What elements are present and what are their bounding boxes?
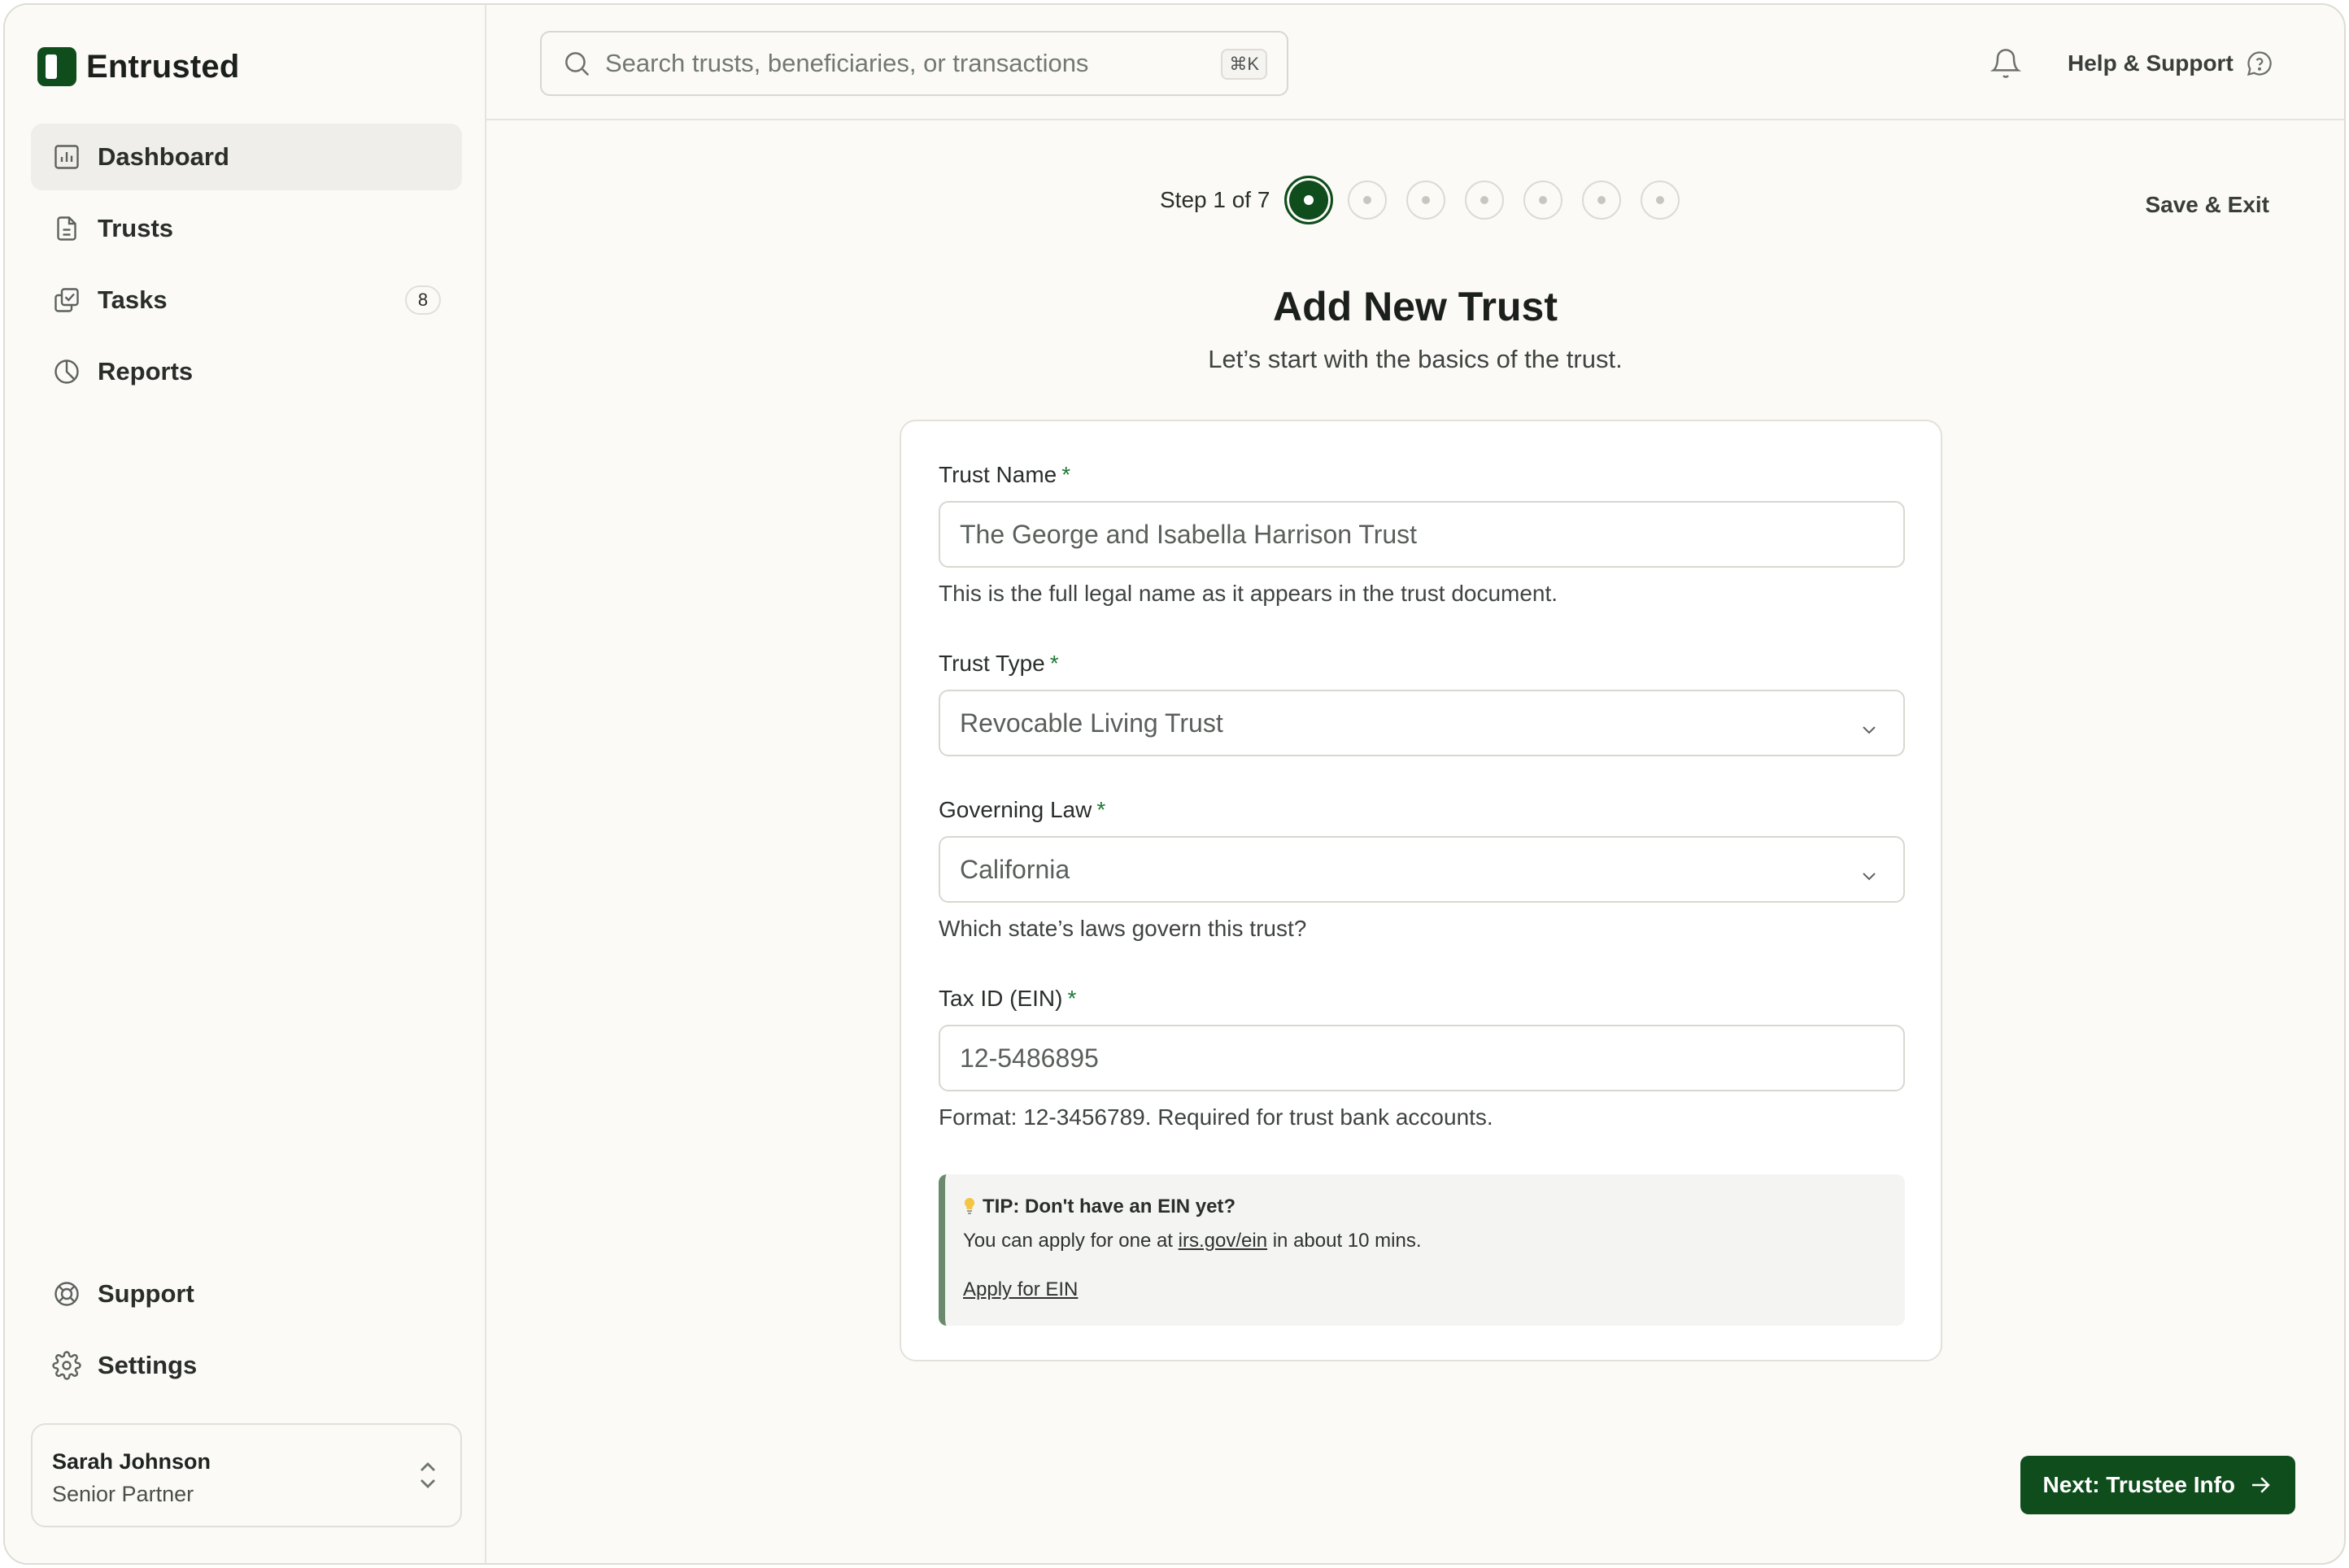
- step-dot-6[interactable]: [1582, 181, 1622, 220]
- app-window: Entrusted Dashboard Trusts Tasks 8 Repor…: [3, 3, 2346, 1565]
- gear-icon: [52, 1351, 81, 1380]
- required-mark: *: [1049, 651, 1059, 676]
- governing-law-label-text: Governing Law: [939, 797, 1092, 822]
- tip-body-suffix: in about 10 mins.: [1267, 1230, 1422, 1252]
- sidebar-item-reports[interactable]: Reports: [31, 338, 462, 405]
- sidebar-item-dashboard[interactable]: Dashboard: [31, 124, 462, 190]
- irs-ein-link[interactable]: irs.gov/ein: [1179, 1230, 1267, 1252]
- search-box[interactable]: ⌘K: [540, 31, 1288, 96]
- next-trustee-info-button[interactable]: Next: Trustee Info: [2020, 1456, 2295, 1514]
- step-dot-3[interactable]: [1406, 181, 1446, 220]
- chevron-down-icon: [1859, 862, 1879, 882]
- notifications-bell-icon[interactable]: [1989, 47, 2022, 80]
- apply-for-ein-link[interactable]: Apply for EIN: [963, 1278, 1078, 1301]
- trust-name-hint: This is the full legal name as it appear…: [939, 581, 1558, 606]
- secondary-nav: Support Settings: [31, 1261, 462, 1404]
- sidebar-item-settings[interactable]: Settings: [31, 1332, 462, 1399]
- trust-name-field[interactable]: [939, 501, 1905, 568]
- step-dot-4[interactable]: [1465, 181, 1505, 220]
- tax-id-hint: Format: 12-3456789. Required for trust b…: [939, 1104, 1493, 1130]
- tip-title: TIP: Don't have an EIN yet?: [963, 1196, 1236, 1218]
- chevron-up-down-icon: [418, 1461, 438, 1490]
- logo-icon: [37, 47, 76, 86]
- tax-id-label-text: Tax ID (EIN): [939, 986, 1063, 1011]
- search-shortcut-hint: ⌘K: [1221, 49, 1267, 80]
- bar-chart-icon: [52, 142, 81, 172]
- page-title: Add New Trust: [1272, 284, 1558, 329]
- sidebar-item-label: Support: [98, 1279, 194, 1308]
- trust-name-input[interactable]: [960, 519, 1854, 550]
- step-dot-1[interactable]: [1284, 176, 1334, 224]
- sidebar-item-label: Dashboard: [98, 142, 229, 171]
- required-mark: *: [1096, 797, 1106, 822]
- next-button-label: Next: Trustee Info: [2042, 1472, 2235, 1497]
- tax-id-label: Tax ID (EIN) *: [939, 986, 1076, 1012]
- help-support-label: Help & Support: [2068, 50, 2234, 76]
- step-dot-2[interactable]: [1348, 181, 1388, 220]
- governing-law-value: California: [960, 854, 1070, 884]
- main-content: Step 1 of 7 Save & Exit Add New Trust Le…: [486, 120, 2344, 1563]
- search-icon: [561, 48, 592, 79]
- sidebar-item-label: Reports: [98, 357, 194, 385]
- main-nav: Dashboard Trusts Tasks 8 Reports: [31, 124, 462, 410]
- trust-name-label-text: Trust Name: [939, 462, 1057, 487]
- lifebuoy-icon: [52, 1279, 81, 1309]
- trust-type-select[interactable]: Revocable Living Trust: [939, 690, 1905, 756]
- governing-law-hint: Which state’s laws govern this trust?: [939, 916, 1307, 941]
- required-mark: *: [1067, 986, 1077, 1011]
- step-dot-5[interactable]: [1523, 181, 1563, 220]
- save-exit-button[interactable]: Save & Exit: [2145, 192, 2269, 218]
- sidebar-item-trusts[interactable]: Trusts: [31, 195, 462, 262]
- tax-id-field[interactable]: [939, 1025, 1905, 1091]
- tip-body-prefix: You can apply for one at: [963, 1230, 1179, 1252]
- document-icon: [52, 214, 81, 243]
- brand-name: Entrusted: [86, 48, 240, 85]
- trust-type-value: Revocable Living Trust: [960, 708, 1223, 738]
- lightbulb-icon: [963, 1197, 976, 1215]
- help-support-button[interactable]: Help & Support: [2068, 49, 2274, 78]
- arrow-right-icon: [2248, 1473, 2273, 1497]
- sidebar-item-tasks[interactable]: Tasks 8: [31, 267, 462, 333]
- sidebar: Entrusted Dashboard Trusts Tasks 8 Repor…: [5, 5, 486, 1563]
- top-bar: ⌘K Help & Support: [486, 5, 2344, 120]
- sidebar-item-label: Settings: [98, 1351, 198, 1379]
- brand[interactable]: Entrusted: [37, 47, 239, 86]
- user-role: Senior Partner: [52, 1482, 194, 1506]
- pie-chart-icon: [52, 357, 81, 386]
- tax-id-input[interactable]: [960, 1043, 1854, 1074]
- user-account-switcher[interactable]: Sarah Johnson Senior Partner: [31, 1423, 462, 1527]
- required-mark: *: [1061, 462, 1071, 487]
- sidebar-item-support[interactable]: Support: [31, 1261, 462, 1327]
- trust-type-label: Trust Type *: [939, 651, 1059, 677]
- governing-law-select[interactable]: California: [939, 836, 1905, 903]
- search-input[interactable]: [605, 49, 1174, 78]
- tip-title-text: TIP: Don't have an EIN yet?: [983, 1196, 1236, 1217]
- step-label: Step 1 of 7: [1160, 187, 1270, 212]
- governing-law-label: Governing Law *: [939, 797, 1105, 823]
- page-subtitle: Let’s start with the basics of the trust…: [1208, 345, 1623, 373]
- user-name: Sarah Johnson: [52, 1449, 211, 1474]
- trust-type-label-text: Trust Type: [939, 651, 1045, 676]
- sidebar-item-label: Tasks: [98, 285, 168, 314]
- step-progress: Step 1 of 7: [1160, 176, 1699, 224]
- tip-body: You can apply for one at irs.gov/ein in …: [963, 1230, 1422, 1252]
- tasks-icon: [52, 285, 81, 315]
- help-chat-icon: [2245, 49, 2274, 78]
- sidebar-item-label: Trusts: [98, 214, 174, 242]
- trust-basics-form: Trust Name* This is the full legal name …: [900, 420, 1942, 1361]
- ein-tip-callout: TIP: Don't have an EIN yet? You can appl…: [939, 1174, 1905, 1326]
- tasks-count-badge: 8: [405, 285, 441, 315]
- chevron-down-icon: [1859, 716, 1879, 735]
- step-dot-7[interactable]: [1641, 181, 1680, 220]
- trust-name-label: Trust Name *: [939, 462, 1070, 488]
